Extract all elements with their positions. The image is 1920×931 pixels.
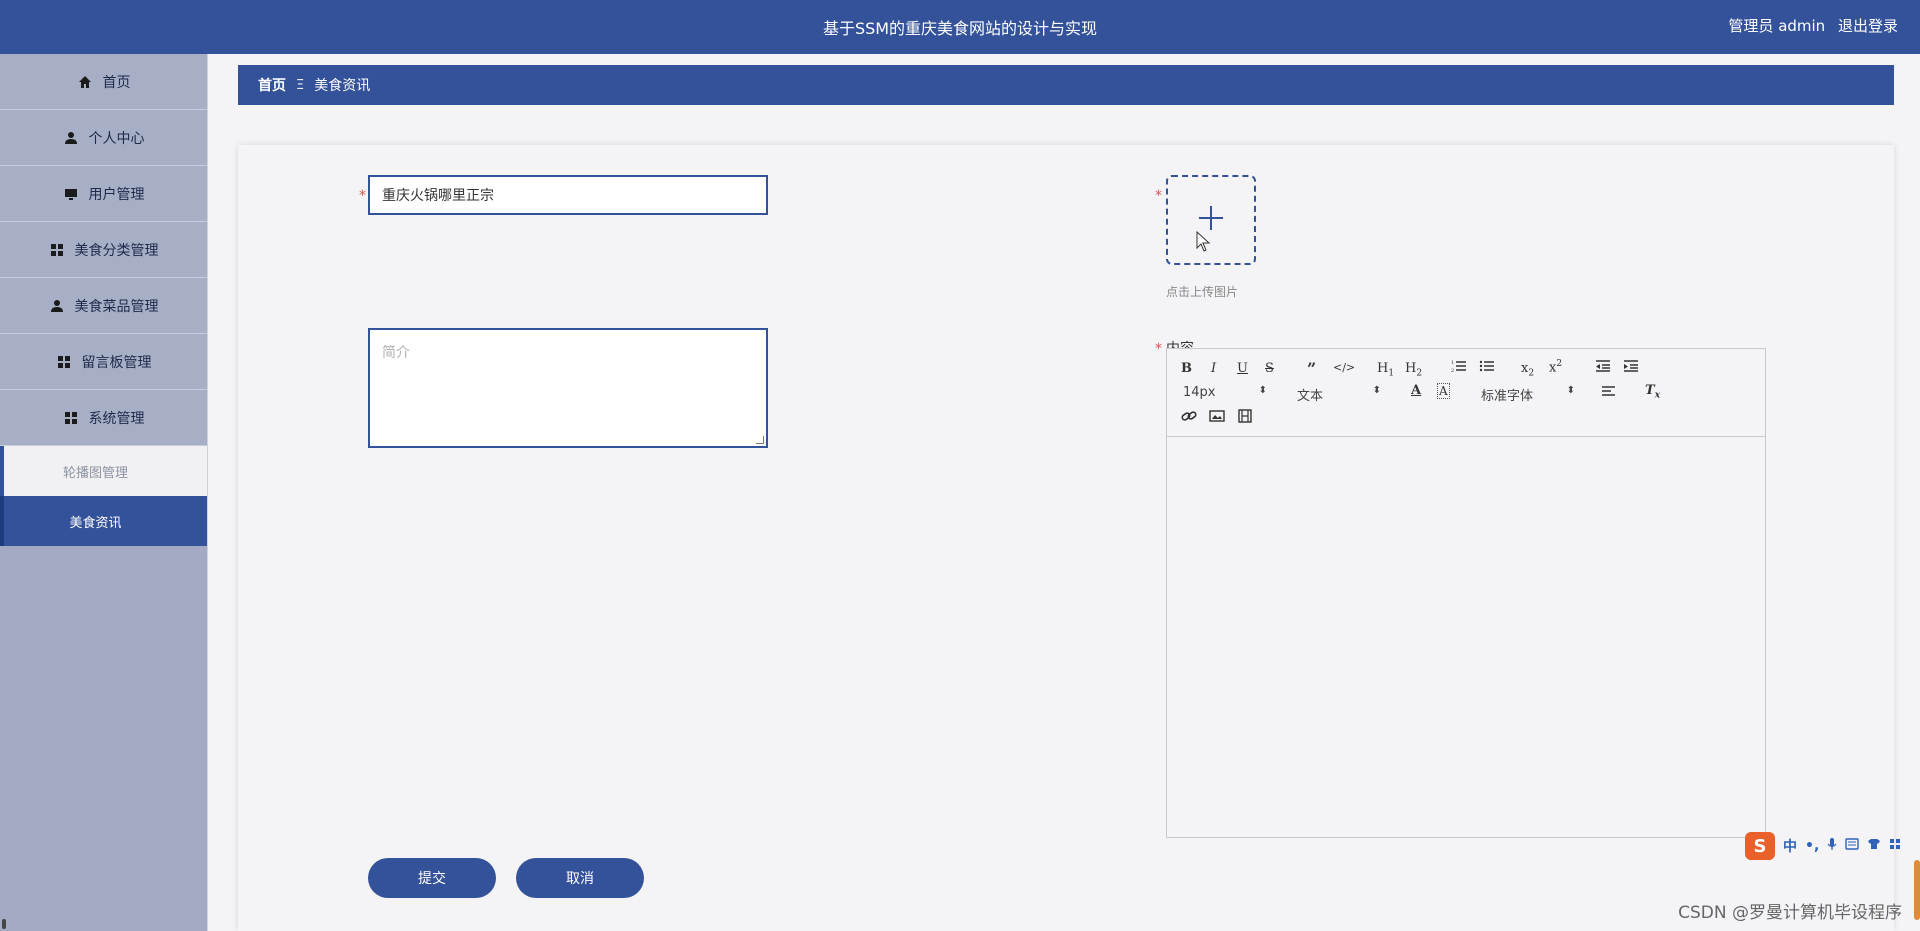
site-title: 基于SSM的重庆美食网站的设计与实现 bbox=[822, 19, 1098, 38]
sidebar-item-message-board[interactable]: 留言板管理 bbox=[0, 334, 207, 390]
font-family-value: 标准字体 bbox=[1481, 389, 1534, 404]
person-icon bbox=[49, 298, 65, 314]
svg-text:1: 1 bbox=[1451, 360, 1454, 366]
chevron-updown-icon: ⬍ bbox=[1258, 385, 1267, 396]
bold-icon[interactable]: B bbox=[1181, 361, 1192, 376]
font-family-select[interactable]: 标准字体 ⬍ bbox=[1481, 385, 1575, 404]
ime-toolbar: S 中 •, bbox=[1745, 831, 1920, 861]
sidebar-item-label: 用户管理 bbox=[88, 186, 145, 203]
person-icon bbox=[63, 130, 79, 146]
h1-icon[interactable]: H1 bbox=[1377, 361, 1394, 379]
required-mark: * bbox=[1155, 188, 1162, 204]
sidebar-subitem-food-news[interactable]: 美食资讯 bbox=[0, 496, 207, 546]
outdent-icon[interactable] bbox=[1595, 359, 1611, 377]
clear-format-icon[interactable]: Tx bbox=[1645, 383, 1660, 401]
intro-textarea[interactable]: 简介 bbox=[368, 328, 768, 448]
chevron-updown-icon: ⬍ bbox=[1566, 385, 1575, 396]
sidebar-subitem-label: 美食资讯 bbox=[69, 515, 122, 531]
sidebar-item-users[interactable]: 用户管理 bbox=[0, 166, 207, 222]
code-block-icon[interactable]: </> bbox=[1333, 361, 1355, 374]
svg-text:2: 2 bbox=[1451, 368, 1454, 373]
watermark: CSDN @罗曼计算机毕设程序 bbox=[1678, 903, 1902, 923]
upload-hint: 点击上传图片 bbox=[1166, 285, 1239, 299]
indent-icon[interactable] bbox=[1623, 359, 1639, 377]
sidebar-item-home[interactable]: 首页 bbox=[0, 54, 207, 110]
editor-toolbar: B I U S ” </> H1 H2 12 x2 x2 14px ⬍ 文本 ⬍… bbox=[1167, 349, 1765, 437]
sidebar-subitem-label: 轮播图管理 bbox=[62, 465, 128, 481]
sidebar-item-food-dishes[interactable]: 美食菜品管理 bbox=[0, 278, 207, 334]
sidebar-item-food-category[interactable]: 美食分类管理 bbox=[0, 222, 207, 278]
sidebar-item-label: 留言板管理 bbox=[81, 354, 152, 371]
strike-icon[interactable]: S bbox=[1265, 361, 1274, 376]
grid-icon bbox=[49, 242, 65, 258]
sidebar-item-label: 美食菜品管理 bbox=[74, 298, 159, 315]
required-mark: * bbox=[1155, 341, 1162, 357]
title-input[interactable]: 重庆火锅哪里正宗 bbox=[368, 175, 768, 215]
monitor-icon bbox=[63, 186, 79, 202]
subscript-icon[interactable]: x2 bbox=[1521, 361, 1534, 379]
page-scrollbar[interactable] bbox=[1914, 860, 1920, 920]
form-card: *标题 重庆火锅哪里正宗 简介 简介 *图片 点击上传图片 *内容 B I U … bbox=[238, 145, 1894, 931]
punctuation-icon[interactable]: •, bbox=[1805, 838, 1819, 854]
ime-mode[interactable]: 中 bbox=[1783, 836, 1797, 856]
background-color-icon[interactable]: A bbox=[1437, 383, 1450, 399]
font-color-icon[interactable]: A bbox=[1411, 383, 1421, 398]
sidebar: 首页 个人中心 用户管理 美食分类管理 美食菜品管理 留言板管理 系统管理 轮播… bbox=[0, 54, 208, 931]
superscript-icon[interactable]: x2 bbox=[1549, 359, 1562, 375]
cursor-icon bbox=[1196, 231, 1211, 252]
sidebar-item-profile[interactable]: 个人中心 bbox=[0, 110, 207, 166]
sidebar-subitem-carousel[interactable]: 轮播图管理 bbox=[0, 446, 207, 496]
sidebar-item-system[interactable]: 系统管理 bbox=[0, 390, 207, 446]
font-size-value: 14px bbox=[1183, 385, 1216, 400]
link-icon[interactable] bbox=[1181, 409, 1197, 427]
apps-grid-icon[interactable] bbox=[1889, 838, 1901, 854]
sidebar-item-label: 美食分类管理 bbox=[74, 242, 159, 259]
sidebar-item-label: 首页 bbox=[102, 74, 131, 91]
underline-icon[interactable]: U bbox=[1237, 361, 1248, 376]
submit-button[interactable]: 提交 bbox=[368, 858, 496, 898]
user-area: 管理员 admin 退出登录 bbox=[1720, 15, 1898, 36]
title-input-value: 重庆火锅哪里正宗 bbox=[382, 188, 494, 204]
bullet-list-icon[interactable] bbox=[1479, 359, 1495, 377]
sidebar-item-label: 系统管理 bbox=[88, 410, 145, 427]
required-mark: * bbox=[359, 188, 366, 204]
user-label: 管理员 admin bbox=[1728, 17, 1826, 35]
editor-content-area[interactable] bbox=[1167, 438, 1765, 837]
blockquote-icon[interactable]: ” bbox=[1307, 359, 1316, 378]
rich-text-editor[interactable]: B I U S ” </> H1 H2 12 x2 x2 14px ⬍ 文本 ⬍… bbox=[1166, 348, 1766, 838]
microphone-icon[interactable] bbox=[1827, 837, 1837, 855]
home-icon bbox=[77, 74, 93, 90]
h2-icon[interactable]: H2 bbox=[1405, 361, 1422, 379]
grid-icon bbox=[56, 354, 72, 370]
logout-link[interactable]: 退出登录 bbox=[1838, 17, 1898, 35]
cancel-button[interactable]: 取消 bbox=[516, 858, 644, 898]
image-icon[interactable] bbox=[1209, 409, 1225, 427]
italic-icon[interactable]: I bbox=[1211, 361, 1216, 376]
breadcrumb-separator: Ξ bbox=[296, 77, 305, 93]
sogou-logo-icon[interactable]: S bbox=[1745, 832, 1775, 860]
resize-handle[interactable] bbox=[756, 436, 764, 444]
block-format-value: 文本 bbox=[1297, 389, 1324, 404]
keyboard-icon[interactable] bbox=[1845, 838, 1859, 854]
skin-icon[interactable] bbox=[1867, 838, 1881, 854]
ordered-list-icon[interactable]: 12 bbox=[1451, 359, 1467, 377]
align-icon[interactable] bbox=[1601, 385, 1617, 401]
sidebar-item-label: 个人中心 bbox=[88, 130, 145, 147]
breadcrumb: 首页 Ξ 美食资讯 bbox=[238, 65, 1894, 105]
intro-placeholder: 简介 bbox=[382, 345, 410, 361]
chevron-updown-icon: ⬍ bbox=[1372, 385, 1381, 396]
video-icon[interactable] bbox=[1237, 409, 1253, 427]
block-format-select[interactable]: 文本 ⬍ bbox=[1297, 385, 1381, 404]
breadcrumb-current: 美食资讯 bbox=[314, 78, 371, 94]
scrollbar-handle[interactable] bbox=[2, 919, 6, 929]
font-size-select[interactable]: 14px ⬍ bbox=[1183, 385, 1267, 400]
grid-icon bbox=[63, 410, 79, 426]
top-header: 基于SSM的重庆美食网站的设计与实现 管理员 admin 退出登录 bbox=[0, 0, 1920, 54]
breadcrumb-home[interactable]: 首页 bbox=[258, 75, 286, 95]
